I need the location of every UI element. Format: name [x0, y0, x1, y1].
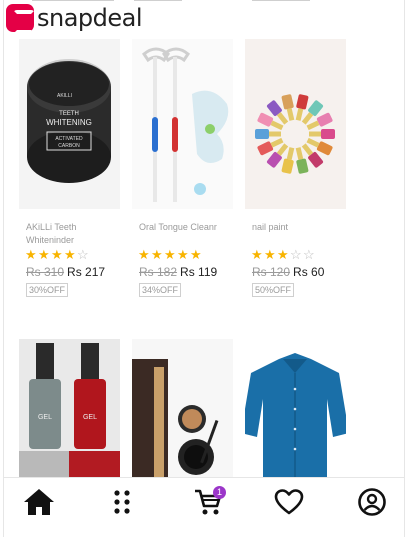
nav-cart[interactable]: 1: [188, 484, 228, 520]
star-filled-icon: ★: [25, 247, 37, 262]
sale-price: Rs 217: [67, 265, 106, 279]
star-filled-icon: ★: [277, 247, 289, 262]
product-card[interactable]: Oral Tongue Cleanr ★ ★ ★ ★ ★ Rs 182 Rs 119 34…: [132, 39, 233, 298]
star-filled-icon: ★: [64, 247, 76, 262]
sale-price: Rs 60: [293, 265, 325, 279]
snapdeal-logo[interactable]: snapdeal: [6, 4, 143, 34]
rating-stars: ★ ★ ★ ★ ☆: [19, 247, 120, 262]
product-title[interactable]: AKiLLi Teeth Whiteninder: [19, 221, 120, 247]
original-price: Rs 182: [139, 265, 178, 279]
nav-categories[interactable]: [102, 484, 142, 520]
star-filled-icon: ★: [38, 247, 50, 262]
product-card[interactable]: nail paint ★ ★ ★ ☆ ☆ Rs 120 Rs 60 50%OFF: [245, 39, 346, 298]
star-empty-icon: ☆: [303, 247, 315, 262]
bottom-navigation: 1: [4, 477, 404, 537]
star-filled-icon: ★: [164, 247, 176, 262]
product-title[interactable]: Oral Tongue Cleanr: [132, 221, 233, 247]
star-filled-icon: ★: [251, 247, 263, 262]
product-image-nail-paint[interactable]: [245, 39, 346, 209]
product-image-tongue-cleaner[interactable]: [132, 39, 233, 209]
star-filled-icon: ★: [51, 247, 63, 262]
star-filled-icon: ★: [138, 247, 150, 262]
price-row: Rs 182 Rs 119: [132, 265, 233, 279]
account-icon: [358, 488, 386, 516]
product-card[interactable]: AKILLI TEETH WHITENING ACTIVATED CARBON …: [19, 39, 120, 298]
jar-text-3: ACTIVATED: [55, 136, 83, 142]
nav-home[interactable]: [19, 484, 59, 520]
star-filled-icon: ★: [151, 247, 163, 262]
home-icon: [24, 489, 54, 515]
discount-badge: 34%OFF: [139, 283, 182, 297]
original-price: Rs 310: [26, 265, 65, 279]
jar-logo-text: AKILLI: [57, 93, 72, 99]
bottle-label-1: GEL: [38, 414, 52, 421]
cart-count-badge: 1: [213, 486, 226, 499]
price-row: Rs 120 Rs 60: [245, 265, 346, 279]
app-screen: snapdeal AKILLI TEETH WHITENING ACTIVATE…: [3, 0, 405, 537]
discount-badge: 30%OFF: [26, 283, 69, 297]
header: snapdeal: [4, 0, 404, 38]
rating-stars: ★ ★ ★ ★ ★: [132, 247, 233, 262]
nav-wishlist[interactable]: [269, 484, 309, 520]
jar-text-4: CARBON: [58, 143, 80, 149]
nav-account[interactable]: [352, 484, 392, 520]
jar-text-1: TEETH: [59, 111, 79, 117]
bottle-label-2: GEL: [83, 414, 97, 421]
price-row: Rs 310 Rs 217: [19, 265, 120, 279]
star-empty-icon: ☆: [77, 247, 89, 262]
original-price: Rs 120: [252, 265, 291, 279]
discount-badge: 50%OFF: [252, 283, 295, 297]
jar-text-2: WHITENING: [46, 118, 92, 127]
product-title[interactable]: nail paint: [245, 221, 346, 247]
star-filled-icon: ★: [190, 247, 202, 262]
product-image-teeth-whitening[interactable]: AKILLI TEETH WHITENING ACTIVATED CARBON: [19, 39, 120, 209]
wishlist-icon: [274, 489, 304, 515]
star-filled-icon: ★: [264, 247, 276, 262]
sale-price: Rs 119: [180, 265, 218, 279]
star-filled-icon: ★: [177, 247, 189, 262]
brand-name: snapdeal: [37, 4, 143, 32]
star-empty-icon: ☆: [290, 247, 302, 262]
snapdeal-logo-icon: [6, 4, 35, 34]
categories-icon: [114, 490, 130, 514]
rating-stars: ★ ★ ★ ☆ ☆: [245, 247, 346, 262]
